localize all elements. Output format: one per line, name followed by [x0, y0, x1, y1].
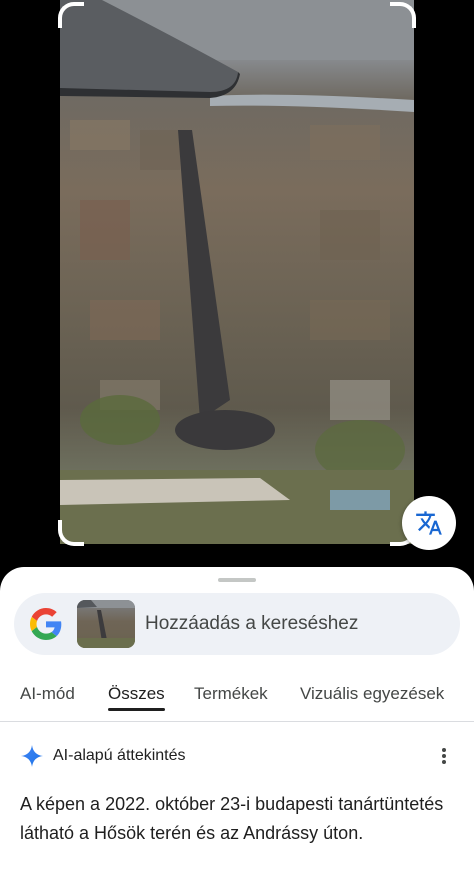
image-viewer	[0, 0, 474, 575]
active-tab-indicator	[108, 708, 165, 711]
thumbnail-illustration	[77, 600, 135, 648]
ai-overview-text: A képen a 2022. október 23-i budapesti t…	[20, 794, 444, 843]
results-tabs: AI-mód Összes Termékek Vizuális egyezése…	[0, 670, 474, 722]
ai-overview-title: AI-alapú áttekintés	[53, 747, 186, 764]
translate-icon	[416, 511, 442, 535]
search-input[interactable]: Hozzáadás a kereséshez	[145, 613, 358, 635]
photo-illustration	[60, 0, 414, 544]
sparkle-icon	[21, 745, 43, 767]
aerial-city-photo[interactable]	[60, 0, 414, 544]
tab-all[interactable]: Összes	[108, 684, 165, 704]
tab-ai-mode[interactable]: AI-mód	[20, 684, 75, 704]
google-g-logo	[30, 608, 62, 640]
results-sheet: Hozzáadás a kereséshez AI-mód Összes Ter…	[0, 567, 474, 890]
translate-button[interactable]	[402, 496, 456, 550]
tab-products[interactable]: Termékek	[194, 684, 268, 704]
crop-handle-top-left[interactable]	[58, 2, 84, 28]
more-vert-icon	[442, 748, 446, 764]
sheet-drag-handle[interactable]	[218, 578, 256, 582]
search-bar[interactable]: Hozzáadás a kereséshez	[14, 593, 460, 655]
search-image-thumbnail[interactable]	[77, 600, 135, 648]
ai-overview-header: AI-alapú áttekintés	[20, 744, 186, 768]
more-options-button[interactable]	[432, 744, 456, 768]
tab-visual-matches[interactable]: Vizuális egyezések	[300, 684, 444, 704]
